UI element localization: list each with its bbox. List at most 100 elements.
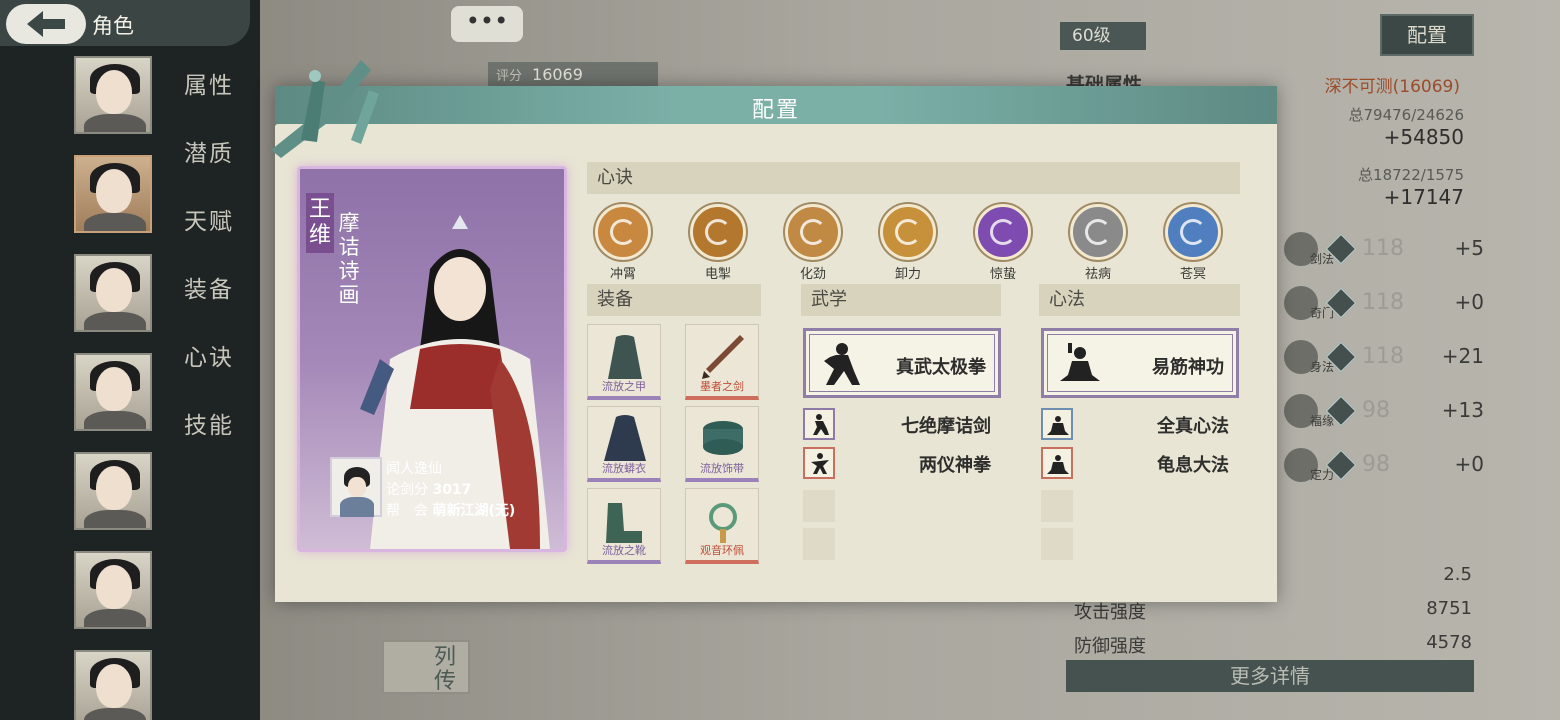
meditation-small-icon xyxy=(1047,455,1069,474)
xinfa-sub-slot[interactable]: 龟息大法 xyxy=(1041,447,1239,479)
menu-item-attributes[interactable]: 属性 xyxy=(184,66,234,134)
sword-icon xyxy=(702,335,744,379)
modal-title: 配置 xyxy=(751,98,800,123)
xinfa-sub-name: 全真心法 xyxy=(1157,416,1229,437)
hero-card[interactable]: 王维 摩诘诗画 闻人逸仙 论剑分 3017 帮 会 萌新江湖(无) xyxy=(297,166,567,552)
attr-value: 98 xyxy=(1362,398,1390,423)
total-block-1: 总79476/24626 +54850 xyxy=(1349,104,1465,149)
xinjue-slot[interactable]: 苍冥 xyxy=(1158,204,1228,282)
attr-row-dingli: 定力 98 +0 xyxy=(1284,446,1484,486)
wuxue-header: 武学 xyxy=(801,284,1001,316)
attr-bonus: +5 xyxy=(1454,236,1484,260)
xinjue-label: 电掣 xyxy=(704,267,731,282)
armor-icon xyxy=(608,335,642,379)
total-block-2: 总18722/1575 +17147 xyxy=(1358,164,1464,209)
equip-slot[interactable]: 流放饰带 xyxy=(685,406,759,482)
empty-skill-slot[interactable] xyxy=(803,528,835,560)
xinjue-label: 祛病 xyxy=(1084,267,1111,282)
empty-skill-slot[interactable] xyxy=(803,490,835,522)
back-button[interactable] xyxy=(6,4,86,44)
xinjue-label: 卸力 xyxy=(894,267,921,282)
equip-name: 墨者之剑 xyxy=(700,380,744,393)
stat-value: 4578 xyxy=(1426,632,1472,653)
xinjue-slot[interactable]: 电掣 xyxy=(683,204,753,282)
xinjue-orb-icon xyxy=(690,204,746,260)
config-button[interactable]: 配置 xyxy=(1380,14,1474,56)
attr-row-fuyuan: 福缘 98 +13 xyxy=(1284,392,1484,432)
xinfa-main-slot[interactable]: 易筋神功 xyxy=(1041,328,1239,398)
portrait-item[interactable] xyxy=(74,650,152,720)
xinjue-slot[interactable]: 祛病 xyxy=(1063,204,1133,282)
wuxue-main-slot[interactable]: 真武太极拳 xyxy=(803,328,1001,398)
attr-bonus: +0 xyxy=(1454,290,1484,314)
equip-slot[interactable]: 观音环佩 xyxy=(685,488,759,564)
boots-icon xyxy=(606,503,642,543)
equip-slot[interactable]: 流放之靴 xyxy=(587,488,661,564)
total-delta: +54850 xyxy=(1383,125,1464,149)
attr-bonus: +0 xyxy=(1454,452,1484,476)
xinfa-sub-slot[interactable]: 全真心法 xyxy=(1041,408,1239,440)
level-badge: 60级 xyxy=(1060,22,1146,50)
equip-header: 装备 xyxy=(587,284,761,316)
portrait-item[interactable] xyxy=(74,56,152,134)
wuxue-sub-slot[interactable]: 两仪神拳 xyxy=(803,447,1001,479)
top-bar: 角色 xyxy=(0,0,250,46)
score-value: 16069 xyxy=(532,65,583,84)
hero-name: 王维 xyxy=(306,193,334,253)
screen-title: 角色 xyxy=(92,14,134,38)
meditation-icon xyxy=(1060,343,1100,381)
portrait-item[interactable] xyxy=(74,551,152,629)
menu-item-equipment[interactable]: 装备 xyxy=(184,270,234,338)
wuxue-sub-slot[interactable]: 七绝摩诘剑 xyxy=(803,408,1001,440)
wuxue-sub-name: 七绝摩诘剑 xyxy=(901,416,991,437)
portrait-item[interactable] xyxy=(74,254,152,332)
equip-slot[interactable]: 流放之甲 xyxy=(587,324,661,400)
sword-score-label: 论剑分 xyxy=(386,482,428,498)
player-avatar[interactable] xyxy=(330,457,382,517)
xinjue-header: 心诀 xyxy=(587,162,1240,194)
portrait-item[interactable] xyxy=(74,353,152,431)
martial-fighter-icon xyxy=(824,343,860,385)
back-arrow-icon xyxy=(27,11,65,37)
xinjue-slot[interactable]: 惊蛰 xyxy=(968,204,1038,282)
equip-name: 流放之靴 xyxy=(602,544,646,557)
score-label: 评分 xyxy=(496,69,523,84)
chat-button[interactable]: ••• xyxy=(451,6,523,42)
equip-slot[interactable]: 流放蟒衣 xyxy=(587,406,661,482)
xinfa-sub-name: 龟息大法 xyxy=(1157,455,1229,476)
guild-value: 萌新江湖(无) xyxy=(432,503,516,519)
xinjue-label: 冲霄 xyxy=(609,267,636,282)
menu-item-skills[interactable]: 技能 xyxy=(184,406,234,474)
portrait-item[interactable] xyxy=(74,155,152,233)
attr-value: 118 xyxy=(1362,290,1404,315)
equip-name: 观音环佩 xyxy=(700,544,744,557)
xinjue-orb-icon xyxy=(975,204,1031,260)
xinjue-orb-icon xyxy=(1165,204,1221,260)
xinjue-orb-icon xyxy=(785,204,841,260)
attr-value: 98 xyxy=(1362,452,1390,477)
xinjue-slot[interactable]: 化劲 xyxy=(778,204,848,282)
score-chip: 评分 16069 xyxy=(488,62,658,88)
equip-slot[interactable]: 墨者之剑 xyxy=(685,324,759,400)
wuxue-main-name: 真武太极拳 xyxy=(896,357,986,378)
sword-score-value: 3017 xyxy=(432,482,472,498)
attr-row-sword: 剑法 118 +5 xyxy=(1284,230,1484,270)
menu-item-potential[interactable]: 潜质 xyxy=(184,134,234,202)
legend-button[interactable]: 列传 xyxy=(382,640,470,694)
stat-label: 防御强度 xyxy=(1074,636,1146,657)
attr-row-shenfa: 身法 118 +21 xyxy=(1284,338,1484,378)
hero-title: 摩诘诗画 xyxy=(338,211,360,307)
portrait-item[interactable] xyxy=(74,452,152,530)
xinjue-slot[interactable]: 卸力 xyxy=(873,204,943,282)
menu-item-talent[interactable]: 天赋 xyxy=(184,202,234,270)
stat-row: 防御强度 4578 xyxy=(1074,632,1472,658)
xinjue-slot[interactable]: 冲霄 xyxy=(588,204,658,282)
xinfa-header: 心法 xyxy=(1039,284,1240,316)
total-delta: +17147 xyxy=(1383,185,1464,209)
menu-item-xinjue[interactable]: 心诀 xyxy=(184,338,234,406)
belt-icon xyxy=(703,421,743,455)
more-details-button[interactable]: 更多详情 xyxy=(1066,660,1474,692)
equip-name: 流放之甲 xyxy=(602,380,646,393)
empty-skill-slot[interactable] xyxy=(1041,490,1073,522)
empty-skill-slot[interactable] xyxy=(1041,528,1073,560)
